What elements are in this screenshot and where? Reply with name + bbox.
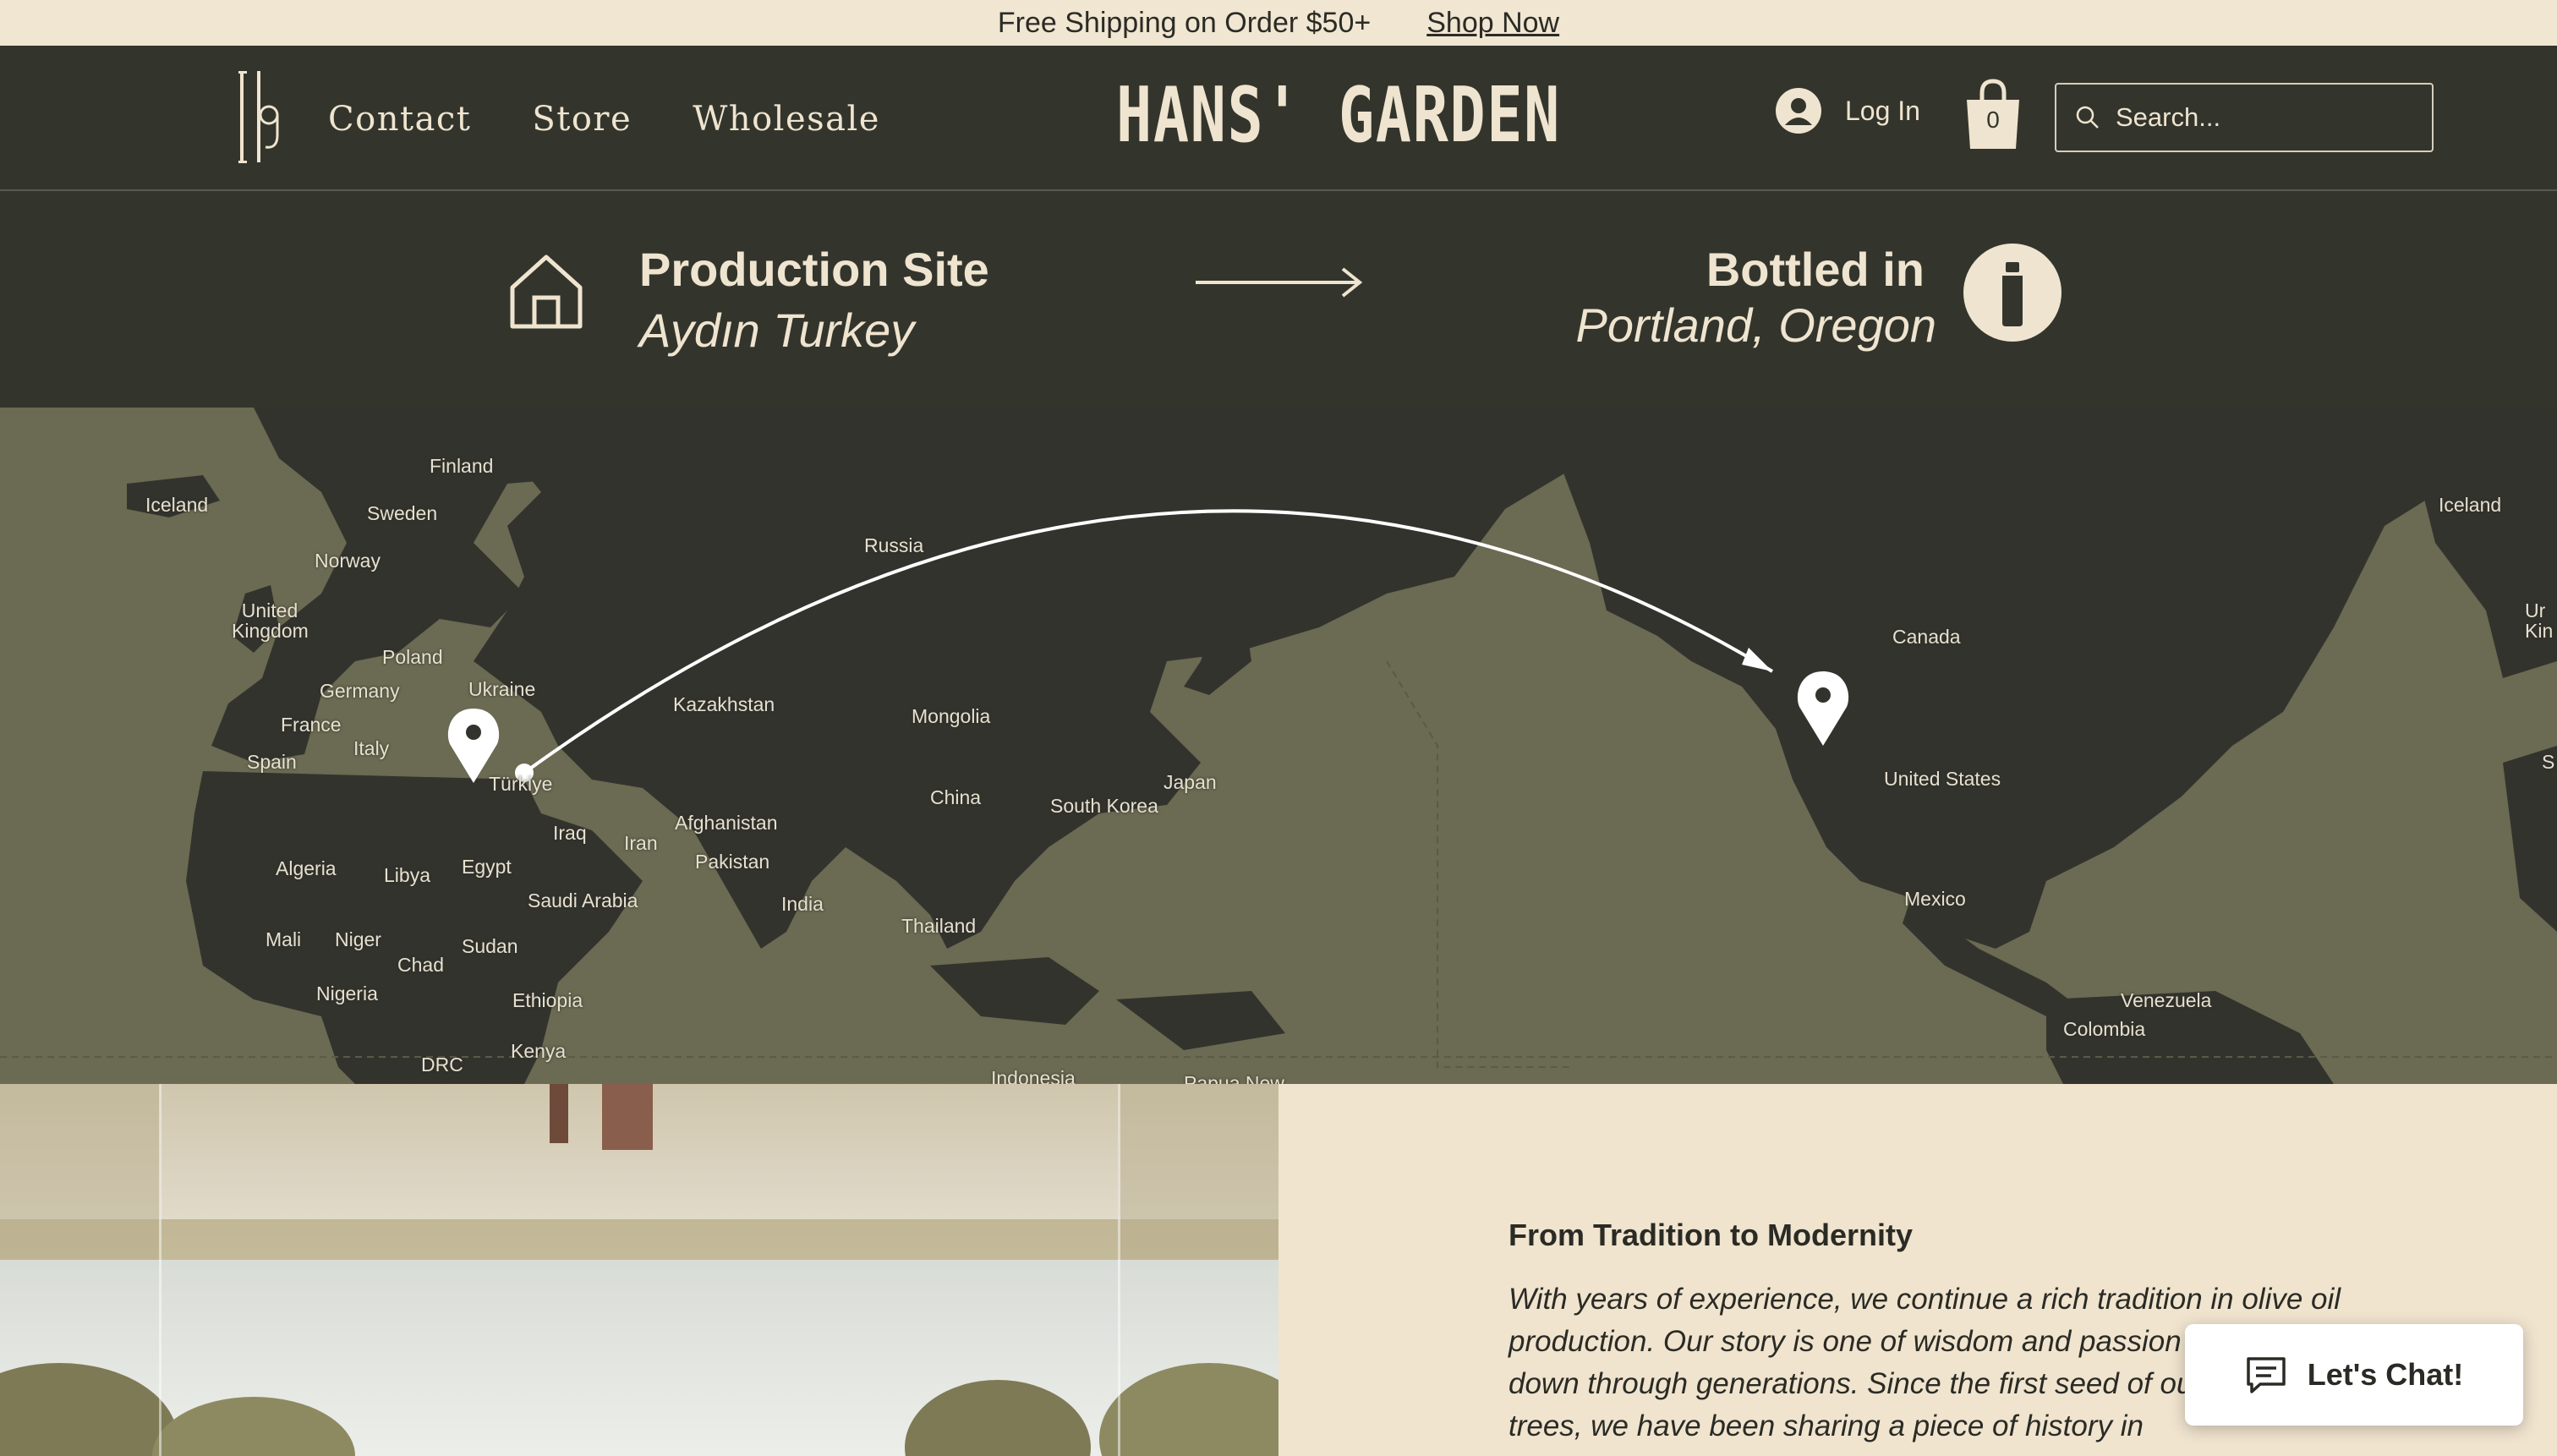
production-site-location: Aydın Turkey <box>639 304 915 357</box>
map-label: Thailand <box>901 915 977 937</box>
map-label: Italy <box>353 737 390 759</box>
map-label: Sweden <box>367 502 438 524</box>
home-icon <box>510 255 583 329</box>
login-label: Log In <box>1845 95 1920 126</box>
bottled-in-location: Portland, Oregon <box>1575 298 1936 352</box>
map-label: Iceland <box>145 494 209 516</box>
search-input[interactable] <box>2116 102 2420 133</box>
map-label: Norway <box>315 550 381 572</box>
map-label: Iceland <box>2439 494 2502 516</box>
user-avatar-icon <box>1776 88 1821 134</box>
map-label: Ukraine <box>468 678 536 700</box>
map-label: Türkiye <box>489 773 553 795</box>
map-label: Kenya <box>511 1040 567 1062</box>
map-label: Afghanistan <box>675 812 778 834</box>
map-label: Venezuela <box>2121 989 2212 1011</box>
map-label: Pakistan <box>695 851 770 873</box>
map-label: France <box>281 714 342 736</box>
cart-button[interactable]: 0 <box>1963 78 2023 149</box>
world-map: Iceland Finland Sweden Norway United Kin… <box>0 408 2557 1084</box>
map-label: Ethiopia <box>512 989 583 1011</box>
story-title: From Tradition to Modernity <box>1508 1218 1913 1252</box>
production-site-title: Production Site <box>639 243 989 296</box>
map-label: United States <box>1884 768 2001 790</box>
map-label: Sudan <box>462 935 518 957</box>
map-label: Mongolia <box>912 705 991 727</box>
login-button[interactable]: Log In <box>1776 88 1920 134</box>
map-label: Russia <box>864 534 924 556</box>
map-label: China <box>930 786 982 808</box>
map-label: United Kingdom <box>232 599 309 642</box>
map-label: S <box>2542 751 2555 773</box>
map-label: Kazakhstan <box>673 693 775 715</box>
turkey-map-pin-icon <box>447 709 500 783</box>
map-label: India <box>781 893 824 915</box>
map-label: Germany <box>320 680 400 702</box>
map-label: Ur Kin <box>2525 599 2554 642</box>
chat-label: Let's Chat! <box>2307 1357 2464 1392</box>
map-label: Chad <box>397 954 444 976</box>
map-label: Spain <box>247 751 297 773</box>
map-label: Egypt <box>462 856 512 878</box>
map-label: Papua New <box>1184 1072 1284 1084</box>
cart-count: 0 <box>1986 107 2000 133</box>
map-label: Canada <box>1892 626 1961 648</box>
map-label: Mali <box>266 928 302 950</box>
map-label: Finland <box>430 455 494 477</box>
map-label: Iraq <box>553 822 587 844</box>
olive-grove-photos <box>0 1084 1278 1456</box>
chat-icon <box>2246 1357 2286 1393</box>
shop-now-link[interactable]: Shop Now <box>1426 7 1559 40</box>
map-label: Colombia <box>2063 1018 2146 1040</box>
map-label: South Korea <box>1050 795 1158 817</box>
route-band: Production Site Aydın Turkey Bottled in … <box>0 193 2557 408</box>
bottle-badge <box>1963 244 2061 342</box>
map-label: Algeria <box>276 857 337 879</box>
map-label: Poland <box>382 646 443 668</box>
announcement-bar: Free Shipping on Order $50+ Shop Now <box>0 0 2557 46</box>
nav-wholesale[interactable]: Wholesale <box>693 100 880 139</box>
brand-logo-mark[interactable] <box>238 68 281 167</box>
bottle-icon <box>2002 262 2023 326</box>
right-arrow-icon <box>1196 267 1363 298</box>
nav-store[interactable]: Store <box>532 100 632 139</box>
map-label: Iran <box>624 832 658 854</box>
lets-chat-button[interactable]: Let's Chat! <box>2185 1324 2523 1426</box>
search-box[interactable] <box>2055 83 2434 152</box>
site-header: Contact Store Wholesale HANS' GARDEN Log… <box>0 46 2557 191</box>
map-label: Mexico <box>1904 888 1966 910</box>
map-label: Libya <box>384 864 430 886</box>
olive-grove-image <box>0 1084 1278 1456</box>
map-label: DRC <box>421 1054 463 1076</box>
nav-contact[interactable]: Contact <box>328 100 471 139</box>
map-label: Saudi Arabia <box>528 889 638 911</box>
main-nav: Contact Store Wholesale <box>328 100 880 139</box>
map-label: Nigeria <box>316 983 378 1004</box>
search-icon <box>2076 106 2099 129</box>
bottled-in-title: Bottled in <box>1706 243 1925 296</box>
map-label: Japan <box>1164 771 1217 793</box>
map-label: Indonesia <box>991 1067 1076 1084</box>
announcement-text: Free Shipping on Order $50+ <box>997 6 1372 39</box>
brand-name[interactable]: HANS' GARDEN <box>1116 71 1561 160</box>
map-label: Niger <box>335 928 381 950</box>
